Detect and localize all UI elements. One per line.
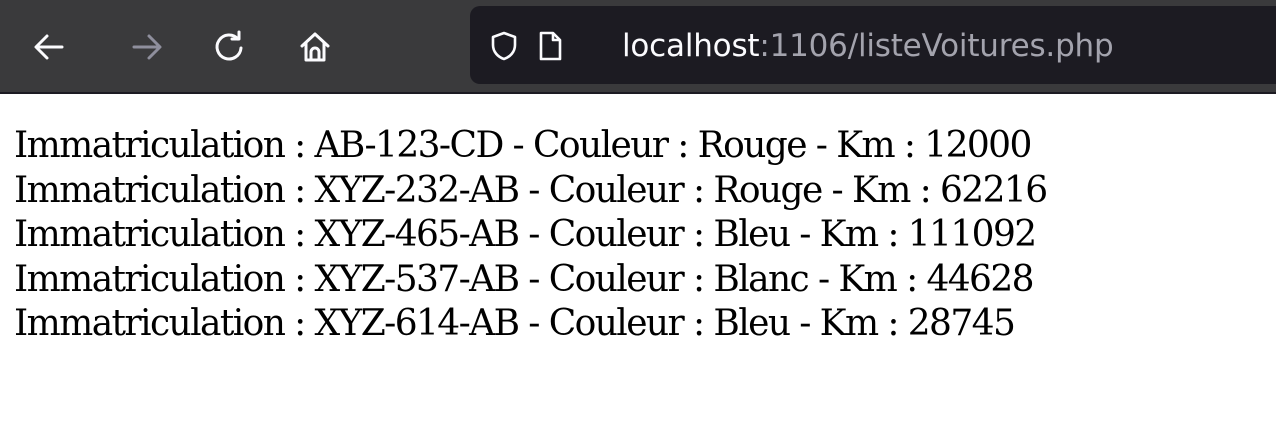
couleur-label: Couleur <box>548 214 685 255</box>
km-value: 62216 <box>940 169 1048 211</box>
immat-label: Immatriculation <box>14 303 286 344</box>
km-label: Km <box>838 258 897 300</box>
page-icon[interactable] <box>534 30 566 62</box>
km-label: Km <box>851 169 911 211</box>
forward-arrow-icon <box>132 34 162 60</box>
immat-label: Immatriculation <box>14 214 286 255</box>
couleur-value: Blanc <box>713 258 809 300</box>
immat-value: XYZ-232-AB <box>314 169 521 211</box>
url-host: localhost <box>622 28 760 64</box>
couleur-value: Bleu <box>713 303 791 344</box>
car-list: Immatriculation : AB-123-CD - Couleur : … <box>14 124 1264 347</box>
back-button[interactable] <box>24 22 74 72</box>
immat-value: XYZ-537-AB <box>314 258 521 300</box>
km-label: Km <box>819 303 879 344</box>
url-text[interactable]: localhost:1106/listeVoitures.php <box>622 26 1114 66</box>
km-value: 28745 <box>907 303 1016 344</box>
couleur-value: Bleu <box>713 214 791 255</box>
shield-icon[interactable] <box>488 30 520 62</box>
list-item: Immatriculation : XYZ-465-AB - Couleur :… <box>14 214 1037 255</box>
immat-value: AB-123-CD <box>314 125 505 166</box>
couleur-label: Couleur <box>548 303 685 344</box>
browser-toolbar: localhost:1106/listeVoitures.php <box>0 0 1276 94</box>
immat-label: Immatriculation <box>14 169 286 211</box>
list-item: Immatriculation : AB-123-CD - Couleur : … <box>14 125 1032 166</box>
back-arrow-icon <box>34 34 64 60</box>
immat-label: Immatriculation <box>14 258 286 300</box>
couleur-label: Couleur <box>548 169 685 211</box>
couleur-label: Couleur <box>532 125 669 166</box>
list-item: Immatriculation : XYZ-232-AB - Couleur :… <box>14 169 1048 211</box>
km-label: Km <box>836 125 895 166</box>
home-icon <box>300 32 330 62</box>
address-bar[interactable]: localhost:1106/listeVoitures.php <box>470 6 1276 84</box>
list-item: Immatriculation : XYZ-614-AB - Couleur :… <box>14 303 1016 344</box>
url-path: :1106/listeVoitures.php <box>759 28 1114 64</box>
km-value: 111092 <box>907 214 1037 255</box>
reload-icon <box>215 30 243 61</box>
couleur-value: Rouge <box>713 169 823 211</box>
couleur-value: Rouge <box>697 125 808 166</box>
immat-value: XYZ-465-AB <box>314 214 521 255</box>
km-label: Km <box>819 214 879 255</box>
forward-button[interactable] <box>122 22 172 72</box>
home-button[interactable] <box>290 22 340 72</box>
km-value: 12000 <box>924 125 1032 166</box>
immat-label: Immatriculation <box>14 125 286 166</box>
couleur-label: Couleur <box>548 258 685 300</box>
reload-button[interactable] <box>204 22 254 72</box>
km-value: 44628 <box>926 258 1034 300</box>
immat-value: XYZ-614-AB <box>314 303 521 344</box>
list-item: Immatriculation : XYZ-537-AB - Couleur :… <box>14 258 1035 300</box>
